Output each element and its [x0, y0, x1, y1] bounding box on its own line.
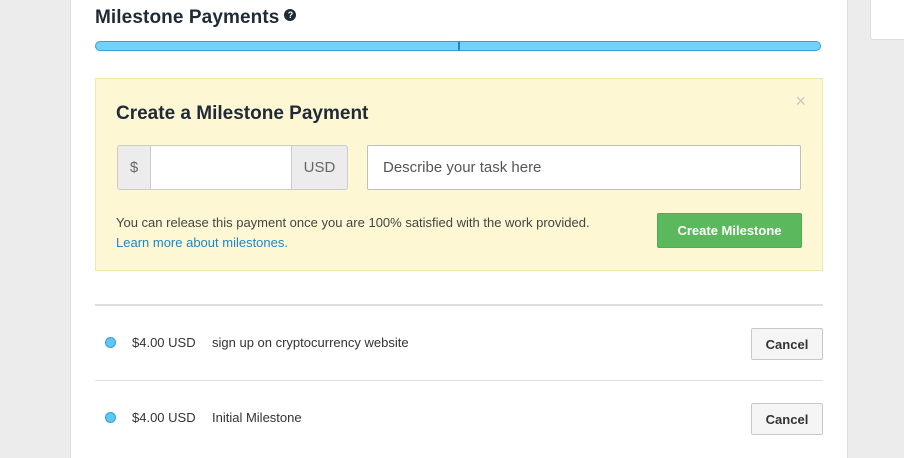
- close-icon[interactable]: ×: [795, 92, 806, 110]
- question-circle-icon[interactable]: ?: [284, 9, 297, 21]
- milestone-list: $4.00 USD sign up on cryptocurrency webs…: [95, 304, 823, 455]
- cancel-button[interactable]: Cancel: [751, 328, 823, 360]
- milestone-progress-bar: [95, 41, 821, 51]
- milestone-description: sign up on cryptocurrency website: [212, 335, 409, 350]
- milestone-amount: $4.00 USD: [132, 410, 196, 425]
- milestone-description: Initial Milestone: [212, 410, 302, 425]
- status-dot-icon: [105, 337, 116, 348]
- amount-input[interactable]: [151, 145, 291, 190]
- milestone-card: Milestone Payments ? Create a Milestone …: [70, 0, 848, 458]
- info-text-block: You can release this payment once you ar…: [116, 213, 590, 253]
- amount-input-group: $ USD: [117, 145, 348, 190]
- side-panel-card: [870, 0, 904, 40]
- milestone-row: $4.00 USD sign up on cryptocurrency webs…: [95, 306, 823, 381]
- task-description-input[interactable]: [367, 145, 801, 190]
- title-row: Milestone Payments ?: [95, 7, 297, 29]
- learn-more-link[interactable]: Learn more about milestones.: [116, 233, 590, 253]
- milestone-row: $4.00 USD Initial Milestone Cancel: [95, 381, 823, 455]
- currency-symbol: $: [117, 145, 151, 190]
- progress-divider: [458, 42, 460, 50]
- cancel-button[interactable]: Cancel: [751, 403, 823, 435]
- currency-code: USD: [291, 145, 348, 190]
- create-milestone-panel: Create a Milestone Payment × $ USD You c…: [95, 78, 823, 271]
- status-dot-icon: [105, 412, 116, 423]
- panel-title: Create a Milestone Payment: [116, 103, 369, 124]
- page-title: Milestone Payments: [95, 7, 280, 28]
- milestone-amount: $4.00 USD: [132, 335, 196, 350]
- release-info-text: You can release this payment once you ar…: [116, 215, 590, 230]
- create-milestone-button[interactable]: Create Milestone: [657, 213, 802, 248]
